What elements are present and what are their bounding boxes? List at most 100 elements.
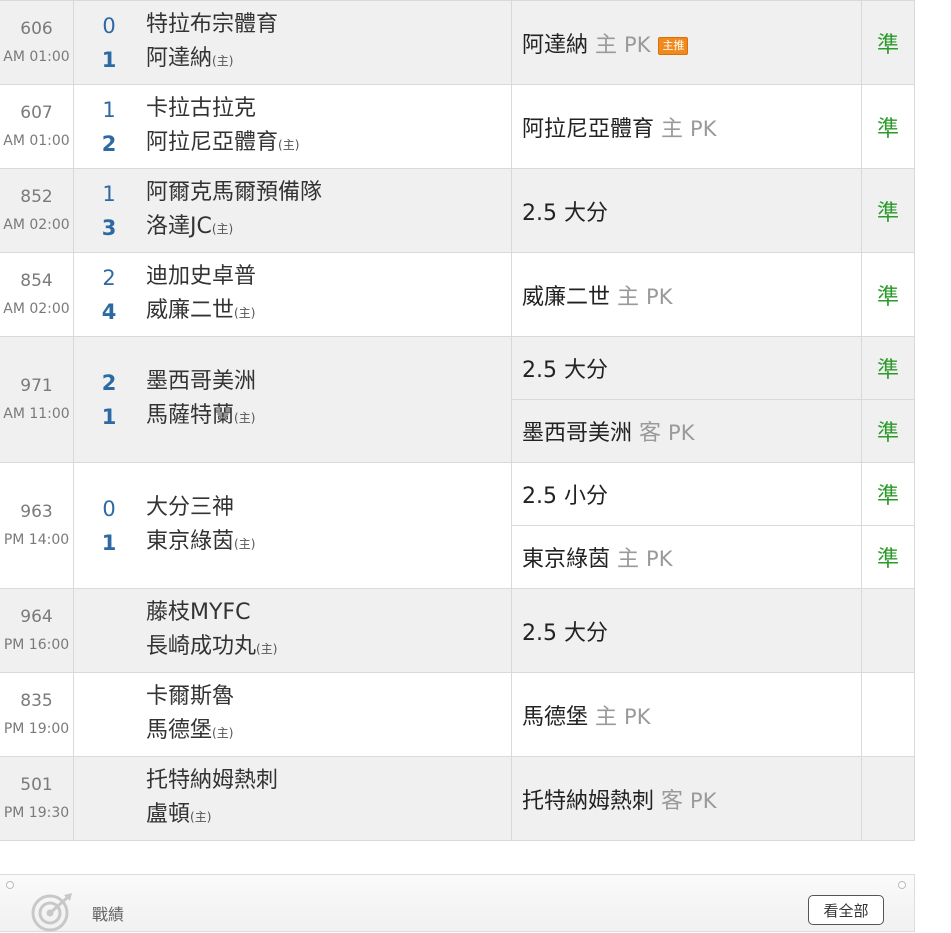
- tip: 2.5 大分: [512, 195, 861, 227]
- score-cell: 01: [73, 462, 144, 589]
- away-team-name: 卡拉古拉克: [146, 95, 257, 121]
- tip-cell: 東京綠茵 主 PK: [511, 525, 862, 589]
- home-team: 阿達納(主): [144, 42, 511, 78]
- match-id: 963: [20, 501, 53, 522]
- away-team-name: 托特納姆熱刺: [146, 767, 279, 793]
- result-mark: 準: [876, 32, 899, 58]
- tip: 阿拉尼亞體育 主 PK: [512, 111, 861, 143]
- tip-pick: 阿拉尼亞體育: [522, 116, 655, 142]
- match-time: AM 02:00: [3, 216, 70, 233]
- view-all-button[interactable]: 看全部: [808, 895, 884, 925]
- home-marker: (主): [234, 536, 256, 551]
- score-cell: 24: [73, 252, 144, 337]
- home-team-name: 阿達納: [146, 45, 213, 71]
- teams-cell: 大分三神 東京綠茵(主): [144, 462, 512, 589]
- away-score: 0: [102, 13, 116, 38]
- tip-cell: 托特納姆熱刺 客 PK: [511, 756, 862, 841]
- target-icon: [31, 893, 72, 932]
- away-score: 2: [101, 370, 117, 395]
- table-row: 852 AM 02:00 1 3 阿爾克馬爾預備隊 洛達JC(主) 2.5 大分準: [0, 168, 915, 253]
- home-marker: (主): [234, 410, 256, 425]
- home-team: 阿拉尼亞體育(主): [144, 126, 511, 162]
- result-cell: [861, 756, 915, 841]
- table-row: 607 AM 01:00 1 2 卡拉古拉克 阿拉尼亞體育(主) 阿拉尼亞體育 主 PK 準: [0, 84, 915, 169]
- match-id-cell: 963 PM 14:00: [0, 462, 74, 589]
- match-id: 852: [20, 186, 53, 207]
- tip: 2.5 小分: [512, 478, 861, 510]
- tip-line: PK: [690, 116, 717, 141]
- away-team: 藤枝MYFC: [144, 596, 511, 630]
- match-id-cell: 606 AM 01:00: [0, 0, 74, 85]
- away-team-name: 迪加史卓普: [146, 263, 257, 289]
- result-mark: 準: [876, 200, 899, 226]
- table-row: 964 PM 16:00 藤枝MYFC 長崎成功丸(主) 2.5 大分: [0, 588, 915, 673]
- tip-line: PK: [646, 547, 673, 571]
- home-marker: (主): [212, 725, 234, 740]
- away-score: [74, 765, 144, 799]
- tip-side: 主: [617, 284, 640, 310]
- teams-cell: 卡爾斯魯 馬德堡(主): [144, 672, 512, 757]
- tip-pick: 2.5 大分: [522, 620, 608, 646]
- tip-line: PK: [646, 284, 673, 309]
- result-mark: 準: [876, 484, 899, 509]
- away-team-name: 阿爾克馬爾預備隊: [146, 179, 323, 205]
- away-team-name: 墨西哥美洲: [146, 368, 257, 394]
- away-team: 托特納姆熱刺: [144, 764, 511, 798]
- tip-pick: 2.5 大分: [522, 358, 608, 383]
- home-score: [74, 799, 144, 833]
- home-team-name: 威廉二世: [146, 297, 235, 323]
- home-team-name: 盧頓: [146, 801, 191, 827]
- away-team: 阿爾克馬爾預備隊: [144, 176, 511, 210]
- home-team: 東京綠茵(主): [144, 525, 511, 561]
- teams-cell: 阿爾克馬爾預備隊 洛達JC(主): [144, 168, 512, 253]
- tip-line: PK: [668, 421, 695, 445]
- away-team: 卡爾斯魯: [144, 680, 511, 714]
- tip: 墨西哥美洲 客 PK: [512, 415, 861, 447]
- away-team-name: 卡爾斯魯: [146, 683, 235, 709]
- home-marker: (主): [234, 305, 256, 320]
- away-team-name: 特拉布宗體育: [146, 11, 279, 37]
- tip: 阿達納 主 PK 主推: [512, 27, 861, 59]
- match-time: AM 11:00: [3, 405, 70, 422]
- away-score: 2: [102, 265, 116, 290]
- match-time: AM 01:00: [3, 48, 70, 65]
- record-footer: 戰績 看全部: [0, 874, 915, 932]
- result-mark: 準: [876, 116, 899, 142]
- teams-cell: 特拉布宗體育阿達納(主): [144, 0, 512, 85]
- match-time: PM 19:30: [3, 804, 70, 821]
- table-row: 606 AM 01:00 0 1 特拉布宗體育阿達納(主) 阿達納 主 PK 主推準: [0, 0, 915, 85]
- tip-side: 主: [661, 116, 684, 142]
- away-score: 0: [102, 496, 116, 521]
- result-cell: 準: [861, 0, 915, 85]
- home-team: 馬薩特蘭(主): [144, 399, 511, 435]
- match-time: AM 01:00: [3, 132, 70, 149]
- tip: 2.5 大分: [512, 352, 861, 384]
- score-cell: 01: [73, 0, 144, 85]
- match-id-cell: 854 AM 02:00: [0, 252, 74, 337]
- tip-cell: 阿達納 主 PK 主推: [511, 0, 862, 85]
- score-cell: 12: [73, 84, 144, 169]
- result-cell: 準: [861, 84, 915, 169]
- match-time: PM 14:00: [3, 531, 70, 548]
- result-cell: 準: [861, 399, 915, 463]
- result-cell: 準: [861, 525, 915, 589]
- result-cell: [861, 588, 915, 673]
- away-team: 特拉布宗體育: [144, 8, 511, 42]
- teams-cell: 卡拉古拉克阿拉尼亞體育(主): [144, 84, 512, 169]
- away-team-name: 藤枝MYFC: [146, 599, 251, 625]
- match-id-cell: 852 AM 02:00: [0, 168, 74, 253]
- tip-pick: 馬德堡: [522, 704, 589, 730]
- tip-cell: 2.5 大分: [511, 336, 862, 400]
- corner-dot: [898, 881, 906, 889]
- corner-dot: [6, 881, 14, 889]
- teams-cell: 藤枝MYFC 長崎成功丸(主): [144, 588, 512, 673]
- match-time: AM 02:00: [3, 300, 70, 317]
- result-mark: 準: [876, 358, 899, 383]
- home-marker: (主): [278, 137, 300, 152]
- tip-cell: 2.5 小分: [511, 462, 862, 526]
- teams-cell: 托特納姆熱刺 盧頓(主): [144, 756, 512, 841]
- match-time: PM 19:00: [3, 720, 70, 737]
- tip-pick: 2.5 小分: [522, 484, 608, 509]
- tip-line: PK: [624, 32, 651, 57]
- home-score: [74, 631, 144, 665]
